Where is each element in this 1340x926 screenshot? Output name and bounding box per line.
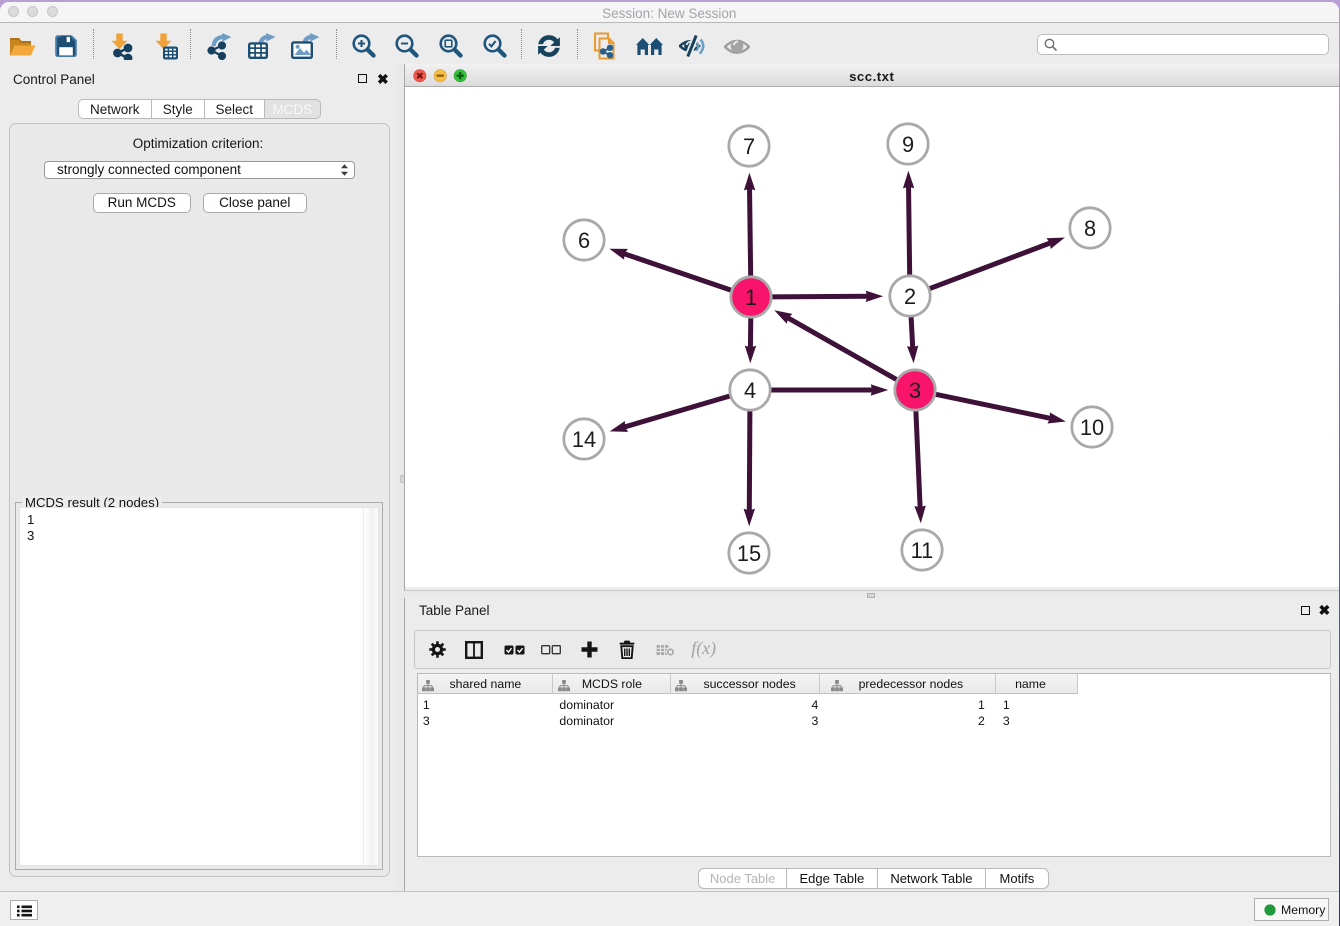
svg-text:8: 8 [1084, 216, 1096, 241]
svg-text:7: 7 [743, 134, 755, 159]
svg-text:10: 10 [1080, 415, 1104, 440]
svg-text:11: 11 [911, 538, 934, 563]
svg-text:6: 6 [578, 228, 590, 253]
svg-text:14: 14 [572, 427, 596, 452]
svg-text:1: 1 [745, 285, 757, 310]
svg-text:4: 4 [744, 378, 756, 403]
svg-text:2: 2 [904, 284, 916, 309]
svg-text:9: 9 [902, 132, 914, 157]
svg-text:15: 15 [737, 541, 761, 566]
svg-text:3: 3 [909, 378, 921, 403]
